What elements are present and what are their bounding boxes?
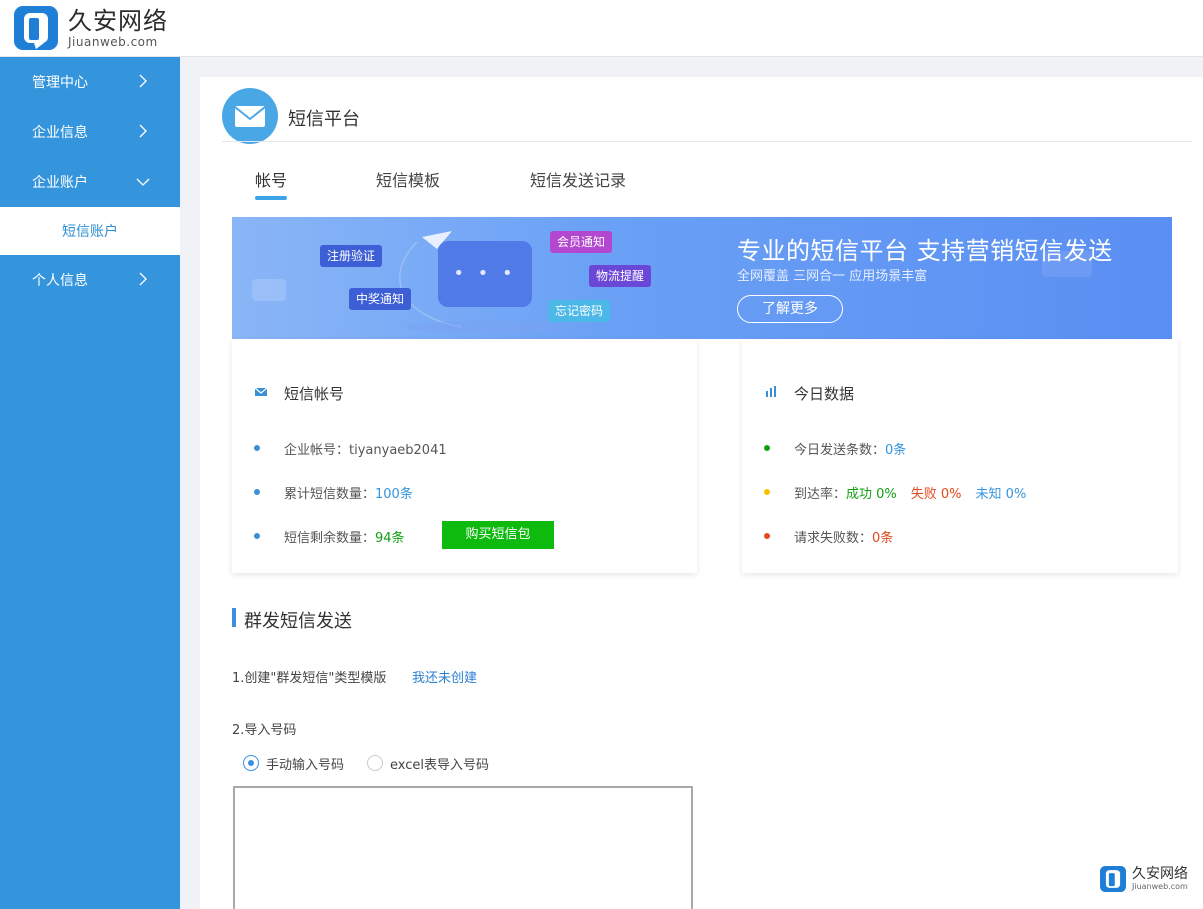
bullet-dot [764, 445, 770, 451]
chat-bubble-icon: • • • [438, 241, 532, 307]
fail-rate-value: 失败 0% [910, 487, 962, 502]
section-title: 群发短信发送 [244, 611, 352, 632]
main-panel: 短信平台 帐号 短信模板 短信发送记录 • • • 注册验证 会员通知 物流提醒… [200, 77, 1203, 909]
radio-label-excel: excel表导入号码 [390, 758, 489, 773]
banner-tag: 物流提醒 [589, 265, 652, 287]
card-title: 今日数据 [794, 385, 855, 403]
remaining-sms-row: 短信剩余数量：94条 [284, 527, 405, 546]
unknown-rate-value: 未知 0% [975, 487, 1027, 502]
bullet-dot [254, 533, 260, 539]
section-accent-bar [232, 608, 236, 627]
top-header: 久安网络 Jiuanweb.com [0, 0, 1203, 57]
banner-title: 专业的短信平台 支持营销短信发送 [737, 237, 1113, 265]
envelope-icon [222, 88, 278, 144]
mail-icon [254, 387, 268, 396]
total-sms-value: 100条 [375, 487, 413, 502]
radio-excel-import[interactable] [367, 755, 383, 771]
brand-name: 久安网络 [68, 7, 168, 35]
sidebar-item-label: 企业账户 [32, 175, 88, 191]
row-label: 企业帐号： [284, 443, 350, 458]
row-label: 请求失败数： [794, 531, 873, 546]
banner-tag: 忘记密码 [548, 300, 611, 322]
step-create-template: 1.创建"群发短信"类型模版 [232, 671, 387, 686]
chevron-right-icon [139, 124, 147, 138]
sidebar-item-personal-info[interactable]: 个人信息 [0, 255, 180, 305]
sidebar-item-management[interactable]: 管理中心 [0, 57, 180, 107]
logo-mark-icon [14, 6, 58, 50]
bullet-dot [254, 445, 260, 451]
chevron-right-icon [139, 74, 147, 88]
radio-manual-input[interactable] [243, 755, 259, 771]
brand-domain: Jiuanweb.com [68, 35, 158, 49]
not-created-link[interactable]: 我还未创建 [412, 667, 477, 686]
sidebar-item-company-info[interactable]: 企业信息 [0, 107, 180, 157]
page-title: 短信平台 [288, 109, 360, 130]
logo-mark-icon [1100, 866, 1126, 892]
sidebar: 管理中心 企业信息 企业账户 短信账户 个人信息 [0, 57, 180, 909]
bar-chart-icon [766, 386, 776, 397]
active-tab-indicator [255, 196, 287, 200]
failed-requests-value: 0条 [872, 531, 894, 546]
bullet-dot [254, 489, 260, 495]
step-import-numbers: 2.导入号码 [232, 723, 297, 738]
sent-today-value: 0条 [885, 443, 907, 458]
bullet-dot [764, 489, 770, 495]
tab-account[interactable]: 帐号 [255, 167, 287, 191]
brand-logo[interactable]: 久安网络 Jiuanweb.com [14, 6, 168, 50]
today-data-card: 今日数据 今日发送条数：0条 到达率：成功 0% 失败 0% 未知 0% 请求失败数… [742, 339, 1178, 573]
tab-sms-templates[interactable]: 短信模板 [376, 167, 440, 191]
card-title: 短信帐号 [284, 385, 345, 403]
sent-today-row: 今日发送条数：0条 [794, 439, 906, 458]
row-label: 短信剩余数量： [284, 531, 376, 546]
tab-bar: 帐号 短信模板 短信发送记录 [200, 167, 1203, 207]
row-label: 到达率： [794, 487, 847, 502]
company-account-row: 企业帐号：tiyanyaeb2041 [284, 439, 447, 458]
watermark-domain: Jiuanweb.com [1132, 882, 1188, 891]
arrival-rate-row: 到达率：成功 0% 失败 0% 未知 0% [794, 483, 1026, 502]
sidebar-item-label: 个人信息 [32, 273, 88, 289]
promo-banner: • • • 注册验证 会员通知 物流提醒 中奖通知 忘记密码 专业的短信平台 支… [232, 217, 1172, 339]
chevron-down-icon [136, 178, 150, 186]
watermark-name: 久安网络 [1132, 866, 1188, 882]
remaining-sms-value: 94条 [375, 531, 405, 546]
phone-numbers-input[interactable] [233, 786, 693, 909]
sidebar-item-label: 管理中心 [32, 75, 88, 91]
success-rate-value: 成功 0% [846, 487, 897, 502]
banner-tag: 会员通知 [550, 231, 613, 253]
sms-account-card: 短信帐号 企业帐号：tiyanyaeb2041 累计短信数量：100条 短信剩余… [232, 339, 697, 573]
total-sms-row: 累计短信数量：100条 [284, 483, 413, 502]
learn-more-button[interactable]: 了解更多 [737, 295, 843, 323]
chevron-right-icon [139, 272, 147, 286]
banner-tag: 注册验证 [320, 245, 383, 267]
buy-sms-package-button[interactable]: 购买短信包 [442, 521, 554, 549]
banner-tag: 中奖通知 [349, 288, 412, 310]
tab-sms-send-records[interactable]: 短信发送记录 [530, 167, 626, 191]
row-label: 今日发送条数： [794, 443, 886, 458]
company-account-value: tiyanyaeb2041 [349, 443, 447, 458]
sidebar-item-label: 企业信息 [32, 125, 88, 141]
bullet-dot [764, 533, 770, 539]
sidebar-subitem-sms-account[interactable]: 短信账户 [0, 207, 180, 255]
title-divider [222, 141, 1192, 142]
failed-requests-row: 请求失败数：0条 [794, 527, 893, 546]
sidebar-item-company-account[interactable]: 企业账户 [0, 157, 180, 207]
watermark-logo: 久安网络 Jiuanweb.com [1100, 866, 1188, 892]
row-label: 累计短信数量： [284, 487, 376, 502]
radio-label-manual: 手动输入号码 [266, 758, 345, 773]
banner-subtitle: 全网覆盖 三网合一 应用场景丰富 [737, 269, 928, 284]
